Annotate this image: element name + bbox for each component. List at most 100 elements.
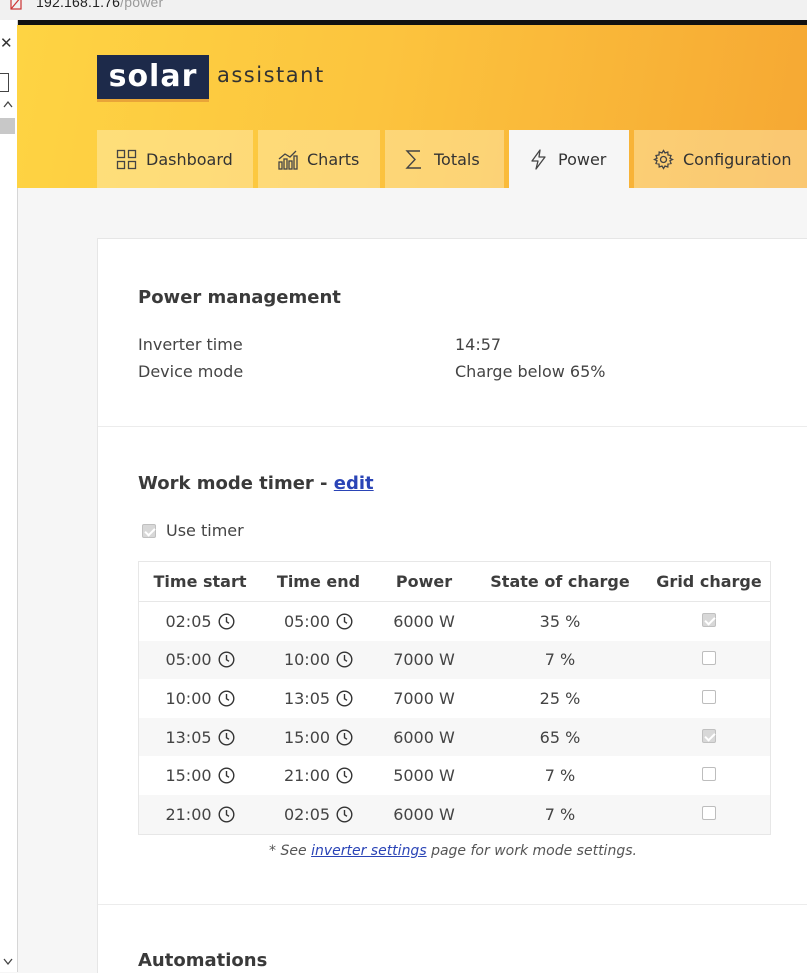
time-end-cell[interactable]: 10:00	[261, 640, 376, 680]
col-power: Power	[376, 561, 472, 602]
table-row: 02:05 05:00 6000 W 35 %	[139, 602, 771, 641]
inverter-settings-link[interactable]: inverter settings	[311, 843, 427, 859]
edit-link[interactable]: edit	[334, 473, 374, 494]
time-end-cell[interactable]: 05:00	[261, 602, 376, 641]
clock-icon[interactable]	[336, 729, 353, 746]
col-time-end: Time end	[261, 561, 376, 602]
sigma-icon	[405, 149, 421, 169]
power-value: 7000 W	[376, 640, 472, 680]
time-start-value: 05:00	[165, 650, 212, 670]
tab-totals[interactable]: Totals	[385, 130, 504, 188]
clock-icon[interactable]	[336, 806, 353, 823]
power-value: 6000 W	[376, 794, 472, 835]
time-end-value: 05:00	[283, 611, 331, 631]
scrollbar-thumb[interactable]	[0, 118, 15, 134]
time-start-value: 15:00	[165, 766, 212, 786]
work-mode-note: * See inverter settings page for work mo…	[98, 843, 807, 859]
grid-charge-cell	[648, 756, 771, 795]
time-start-value: 02:05	[165, 611, 212, 631]
tab-dashboard-label: Dashboard	[146, 149, 233, 169]
note-suffix: page for work mode settings.	[426, 843, 637, 859]
time-end-cell[interactable]: 15:00	[261, 717, 376, 757]
time-start-value: 13:05	[165, 727, 212, 747]
tab-power-label: Power	[558, 149, 607, 169]
time-start-cell[interactable]: 05:00	[138, 640, 261, 680]
state-of-charge-value: 65 %	[472, 717, 648, 757]
tab-charts-label: Charts	[307, 149, 360, 169]
bolt-icon	[531, 148, 546, 170]
use-timer-toggle[interactable]: Use timer	[142, 521, 244, 540]
tab-configuration[interactable]: Configuration	[634, 130, 807, 188]
side-panel-strip: ✕	[0, 20, 18, 972]
work-mode-timer-table: Time start Time end Power State of charg…	[138, 561, 771, 835]
tab-power[interactable]: Power	[509, 130, 629, 188]
power-value: 6000 W	[393, 611, 455, 631]
section-divider	[98, 904, 807, 905]
url-text[interactable]: 192.168.1.76/power	[36, 0, 163, 10]
dashboard-grid-icon	[116, 149, 137, 169]
use-timer-checkbox[interactable]	[142, 523, 156, 538]
close-icon[interactable]: ✕	[0, 34, 13, 52]
time-start-cell[interactable]: 15:00	[139, 756, 262, 795]
clock-icon[interactable]	[218, 613, 235, 630]
tab-dashboard[interactable]: Dashboard	[97, 130, 253, 188]
grid-charge-checkbox[interactable]	[702, 767, 716, 782]
clock-icon[interactable]	[336, 690, 353, 707]
table-row: 21:00 02:05 6000 W7 %	[138, 794, 771, 835]
grid-charge-cell	[648, 717, 771, 757]
logo-assistant-text: assistant	[217, 63, 325, 87]
clock-icon[interactable]	[218, 806, 235, 823]
clock-icon[interactable]	[218, 729, 235, 746]
grid-charge-checkbox[interactable]	[702, 805, 716, 820]
logo[interactable]: solar	[97, 55, 209, 102]
clock-icon[interactable]	[336, 651, 353, 668]
browser-url-bar[interactable]: 192.168.1.76/power	[0, 0, 807, 21]
col-state-of-charge: State of charge	[472, 561, 648, 602]
page-broken-icon	[10, 0, 22, 10]
time-end-cell[interactable]: 21:00	[261, 756, 376, 795]
section-divider	[98, 426, 807, 427]
grid-charge-cell	[648, 640, 771, 680]
time-start-cell[interactable]: 10:00	[139, 679, 262, 718]
clock-icon[interactable]	[336, 767, 353, 784]
clock-icon[interactable]	[218, 690, 235, 707]
clock-icon[interactable]	[218, 651, 235, 668]
state-of-charge-value: 7 %	[544, 766, 576, 786]
grid-charge-cell	[648, 602, 771, 641]
app-header: solar assistant Dashboard Charts Totals	[17, 25, 807, 188]
clock-icon[interactable]	[218, 767, 235, 784]
time-end-value: 15:00	[283, 727, 331, 747]
time-end-cell[interactable]: 02:05	[261, 794, 376, 835]
work-mode-timer-title-text: Work mode timer -	[138, 473, 334, 494]
url-host: 192.168.1.76	[36, 0, 121, 10]
time-end-cell[interactable]: 13:05	[261, 679, 376, 718]
power-management-title: Power management	[138, 287, 341, 308]
grid-charge-checkbox[interactable]	[702, 728, 716, 743]
power-value: 5000 W	[393, 766, 455, 786]
grid-charge-checkbox[interactable]	[702, 689, 716, 704]
use-timer-label: Use timer	[166, 521, 244, 540]
side-panel-box[interactable]	[0, 73, 9, 92]
tab-charts[interactable]: Charts	[258, 130, 380, 188]
col-time-start: Time start	[138, 561, 261, 602]
time-end-value: 21:00	[283, 766, 331, 786]
time-start-cell[interactable]: 02:05	[139, 602, 262, 641]
clock-icon[interactable]	[336, 613, 353, 630]
time-end-value: 10:00	[283, 650, 331, 670]
grid-charge-checkbox[interactable]	[702, 612, 716, 627]
time-start-cell[interactable]: 13:05	[138, 717, 261, 757]
time-start-cell[interactable]: 21:00	[138, 794, 261, 835]
scroll-down-arrow-icon[interactable]	[3, 958, 13, 966]
grid-charge-checkbox[interactable]	[702, 651, 716, 666]
automations-title: Automations	[138, 950, 268, 971]
table-row: 10:00 13:05 7000 W 25 %	[139, 679, 771, 718]
scroll-up-arrow-icon[interactable]	[3, 100, 13, 108]
device-mode-label: Device mode	[138, 362, 244, 381]
work-mode-timer-title: Work mode timer - edit	[138, 473, 374, 494]
inverter-time-value: 14:57	[455, 335, 502, 354]
device-mode-value: Charge below 65%	[455, 362, 606, 381]
gear-icon	[653, 148, 674, 170]
grid-charge-cell	[648, 794, 771, 835]
time-end-value: 13:05	[283, 688, 331, 708]
table-row: 13:05 15:00 6000 W 65 %	[138, 717, 771, 757]
